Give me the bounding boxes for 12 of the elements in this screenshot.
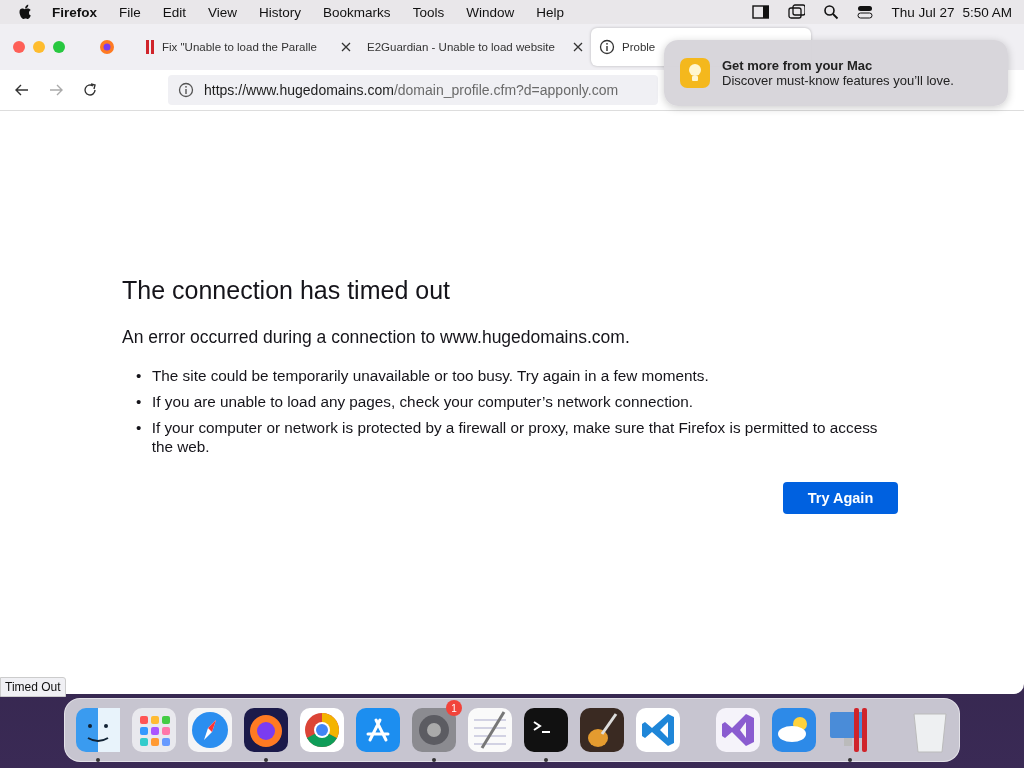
bullet: • (136, 392, 142, 411)
error-hint: If your computer or network is protected by a firewall or proxy, make sure that Firefox is permitted to access the web. (151, 418, 879, 456)
error-title: The connection has timed out (122, 276, 451, 305)
error-hint: The site could be temporarily unavailable or too busy. Try again in a few moments. (152, 366, 709, 385)
notification-badge: 1 (446, 700, 462, 716)
status-text: Timed Out (0, 677, 66, 697)
bullet: • (136, 418, 142, 438)
notification-title: Get more from your Mac (722, 58, 874, 73)
notification-body: Discover must-know features you’ll love. (722, 73, 954, 88)
error-description: An error occurred during a connection to www.hugedomains.com. (122, 327, 631, 348)
error-hint: If you are unable to load any pages, check your computer’s network connection. (152, 392, 694, 411)
bullet: • (136, 366, 142, 385)
